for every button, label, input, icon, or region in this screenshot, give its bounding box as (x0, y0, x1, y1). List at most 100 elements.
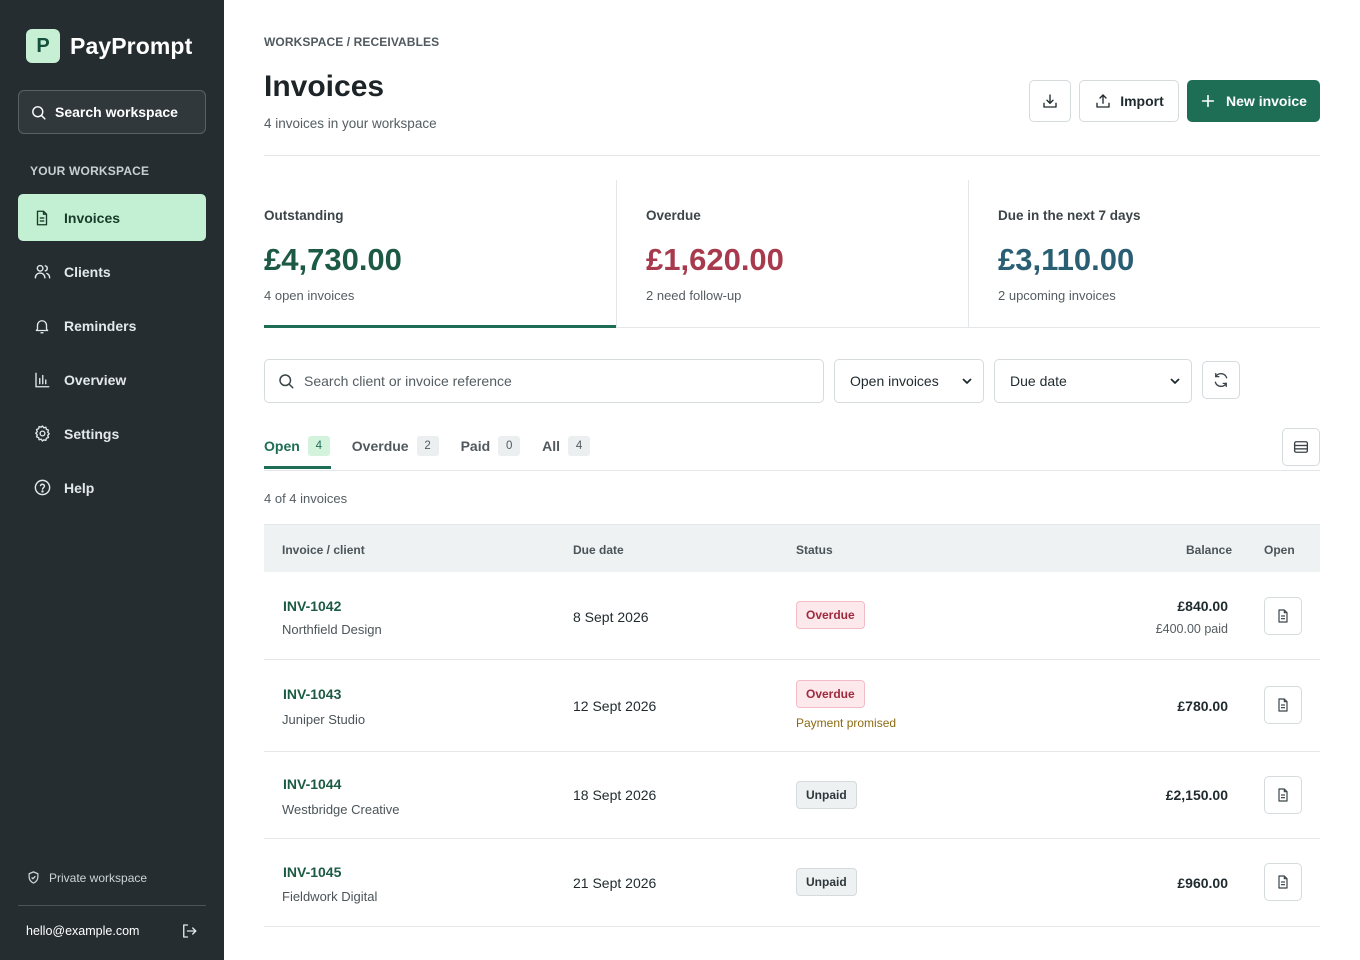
new-invoice-button[interactable]: New invoice (1187, 80, 1320, 122)
client-name: Juniper Studio (282, 712, 366, 727)
due-date: 8 Sept 2026 (573, 609, 649, 625)
sidebar-item-clients[interactable]: Clients (18, 248, 206, 295)
tab-all[interactable]: All 4 (542, 436, 591, 456)
metric-label: Overdue (646, 208, 701, 223)
tab-label: Open (264, 438, 300, 454)
open-invoice-button[interactable] (1264, 597, 1302, 635)
tab-open[interactable]: Open 4 (264, 436, 330, 456)
column-header-balance[interactable]: Balance (1186, 543, 1232, 557)
metric-due-next-7-days[interactable]: Due in the next 7 days £3,110.00 2 upcom… (968, 180, 1320, 328)
invoice-id[interactable]: INV-1043 (283, 686, 341, 702)
plus-icon (1201, 94, 1215, 108)
sidebar-item-overview[interactable]: Overview (18, 356, 206, 403)
logout-icon (183, 924, 197, 938)
due-date: 18 Sept 2026 (573, 787, 657, 803)
chevron-down-icon (1170, 378, 1180, 384)
document-icon (1278, 698, 1288, 712)
metric-outstanding[interactable]: Outstanding £4,730.00 4 open invoices (264, 180, 616, 328)
sidebar-item-help[interactable]: Help (18, 464, 206, 511)
invoice-table: Invoice / client Due date Status Balance… (264, 524, 1320, 927)
page-subtitle: 4 invoices in your workspace (264, 116, 437, 131)
sidebar-item-invoices[interactable]: Invoices (18, 194, 206, 241)
metric-overdue[interactable]: Overdue £1,620.00 2 need follow-up (616, 180, 968, 328)
table-row[interactable]: INV-1044 Westbridge Creative 18 Sept 202… (264, 752, 1320, 839)
result-count: 4 of 4 invoices (264, 491, 348, 506)
table-row[interactable]: INV-1043 Juniper Studio 12 Sept 2026 Ove… (264, 660, 1320, 752)
refresh-button[interactable] (1202, 361, 1240, 399)
brand-logo: P (26, 29, 60, 63)
invoice-search-box (264, 359, 824, 403)
status-badge: Unpaid (796, 781, 857, 809)
sidebar-item-settings[interactable]: Settings (18, 410, 206, 457)
metric-label: Due in the next 7 days (998, 208, 1141, 223)
document-icon (1278, 875, 1288, 889)
shield-check-icon (28, 871, 39, 884)
invoice-id[interactable]: INV-1042 (283, 598, 341, 614)
download-icon (1043, 94, 1057, 108)
column-header-status[interactable]: Status (796, 543, 833, 557)
status-badge: Unpaid (796, 868, 857, 896)
breadcrumb: WORKSPACE / RECEIVABLES (264, 35, 440, 49)
help-circle-icon (32, 478, 52, 498)
chevron-down-icon (962, 378, 972, 384)
bar-chart-icon (32, 370, 52, 390)
document-icon (32, 208, 52, 228)
column-header-invoice[interactable]: Invoice / client (282, 543, 365, 557)
logout-button[interactable] (180, 922, 198, 945)
tab-label: Overdue (351, 438, 409, 454)
metric-subtext: 2 upcoming invoices (998, 288, 1116, 303)
sidebar-item-reminders[interactable]: Reminders (18, 302, 206, 349)
metric-subtext: 2 need follow-up (646, 288, 742, 303)
metric-value: £3,110.00 (998, 242, 1135, 277)
tabs-divider (264, 470, 1320, 471)
import-button[interactable]: Import (1079, 80, 1179, 122)
sort-value: Due date (1010, 373, 1067, 389)
invoice-id[interactable]: INV-1044 (283, 776, 341, 792)
sort-select[interactable]: Due date (994, 359, 1192, 403)
bell-icon (32, 316, 52, 336)
table-density-button[interactable] (1282, 428, 1320, 466)
table-row[interactable]: INV-1045 Fieldwork Digital 21 Sept 2026 … (264, 839, 1320, 927)
sidebar: P PayPrompt Search workspace YOUR WORKSP… (0, 0, 224, 960)
invoice-id[interactable]: INV-1045 (283, 864, 341, 880)
paid-amount: £400.00 paid (1155, 622, 1228, 636)
new-invoice-label: New invoice (1226, 93, 1307, 109)
search-icon (32, 105, 46, 120)
metric-value: £4,730.00 (264, 242, 402, 277)
balance-amount: £960.00 (1177, 875, 1228, 891)
brand-name: PayPrompt (70, 32, 193, 59)
balance-amount: £2,150.00 (1165, 787, 1228, 803)
private-workspace-indicator: Private workspace (26, 870, 147, 885)
due-date: 21 Sept 2026 (573, 875, 657, 891)
column-header-open: Open (1264, 543, 1295, 557)
tab-paid[interactable]: Paid 0 (461, 436, 521, 456)
client-name: Westbridge Creative (282, 802, 400, 817)
brand[interactable]: P PayPrompt (26, 29, 192, 63)
sidebar-section-heading: YOUR WORKSPACE (30, 164, 150, 178)
status-note: Payment promised (796, 716, 897, 730)
tab-count-badge: 4 (568, 436, 591, 456)
status-badge: Overdue (796, 680, 865, 708)
workspace-search-label: Search workspace (55, 104, 178, 120)
active-tab-indicator (264, 466, 331, 469)
page-title: Invoices (264, 70, 385, 103)
tab-overdue[interactable]: Overdue 2 (352, 436, 439, 456)
header-divider (264, 155, 1320, 156)
open-invoice-button[interactable] (1264, 776, 1302, 814)
private-workspace-label: Private workspace (49, 870, 148, 885)
invoice-search-input[interactable] (304, 373, 784, 389)
table-row[interactable]: INV-1042 Northfield Design 8 Sept 2026 O… (264, 572, 1320, 660)
open-invoice-button[interactable] (1264, 686, 1302, 724)
status-filter-select[interactable]: Open invoices (834, 359, 984, 403)
column-header-due-date[interactable]: Due date (573, 543, 624, 557)
document-icon (1278, 609, 1288, 623)
workspace-search-button[interactable]: Search workspace (18, 90, 206, 134)
client-name: Fieldwork Digital (282, 889, 378, 904)
users-icon (32, 262, 52, 282)
open-invoice-button[interactable] (1264, 863, 1302, 901)
refresh-icon (1214, 372, 1228, 388)
download-button[interactable] (1029, 80, 1071, 122)
sidebar-item-label: Help (64, 479, 95, 496)
balance-amount: £780.00 (1177, 698, 1228, 714)
sidebar-item-label: Clients (64, 263, 111, 280)
